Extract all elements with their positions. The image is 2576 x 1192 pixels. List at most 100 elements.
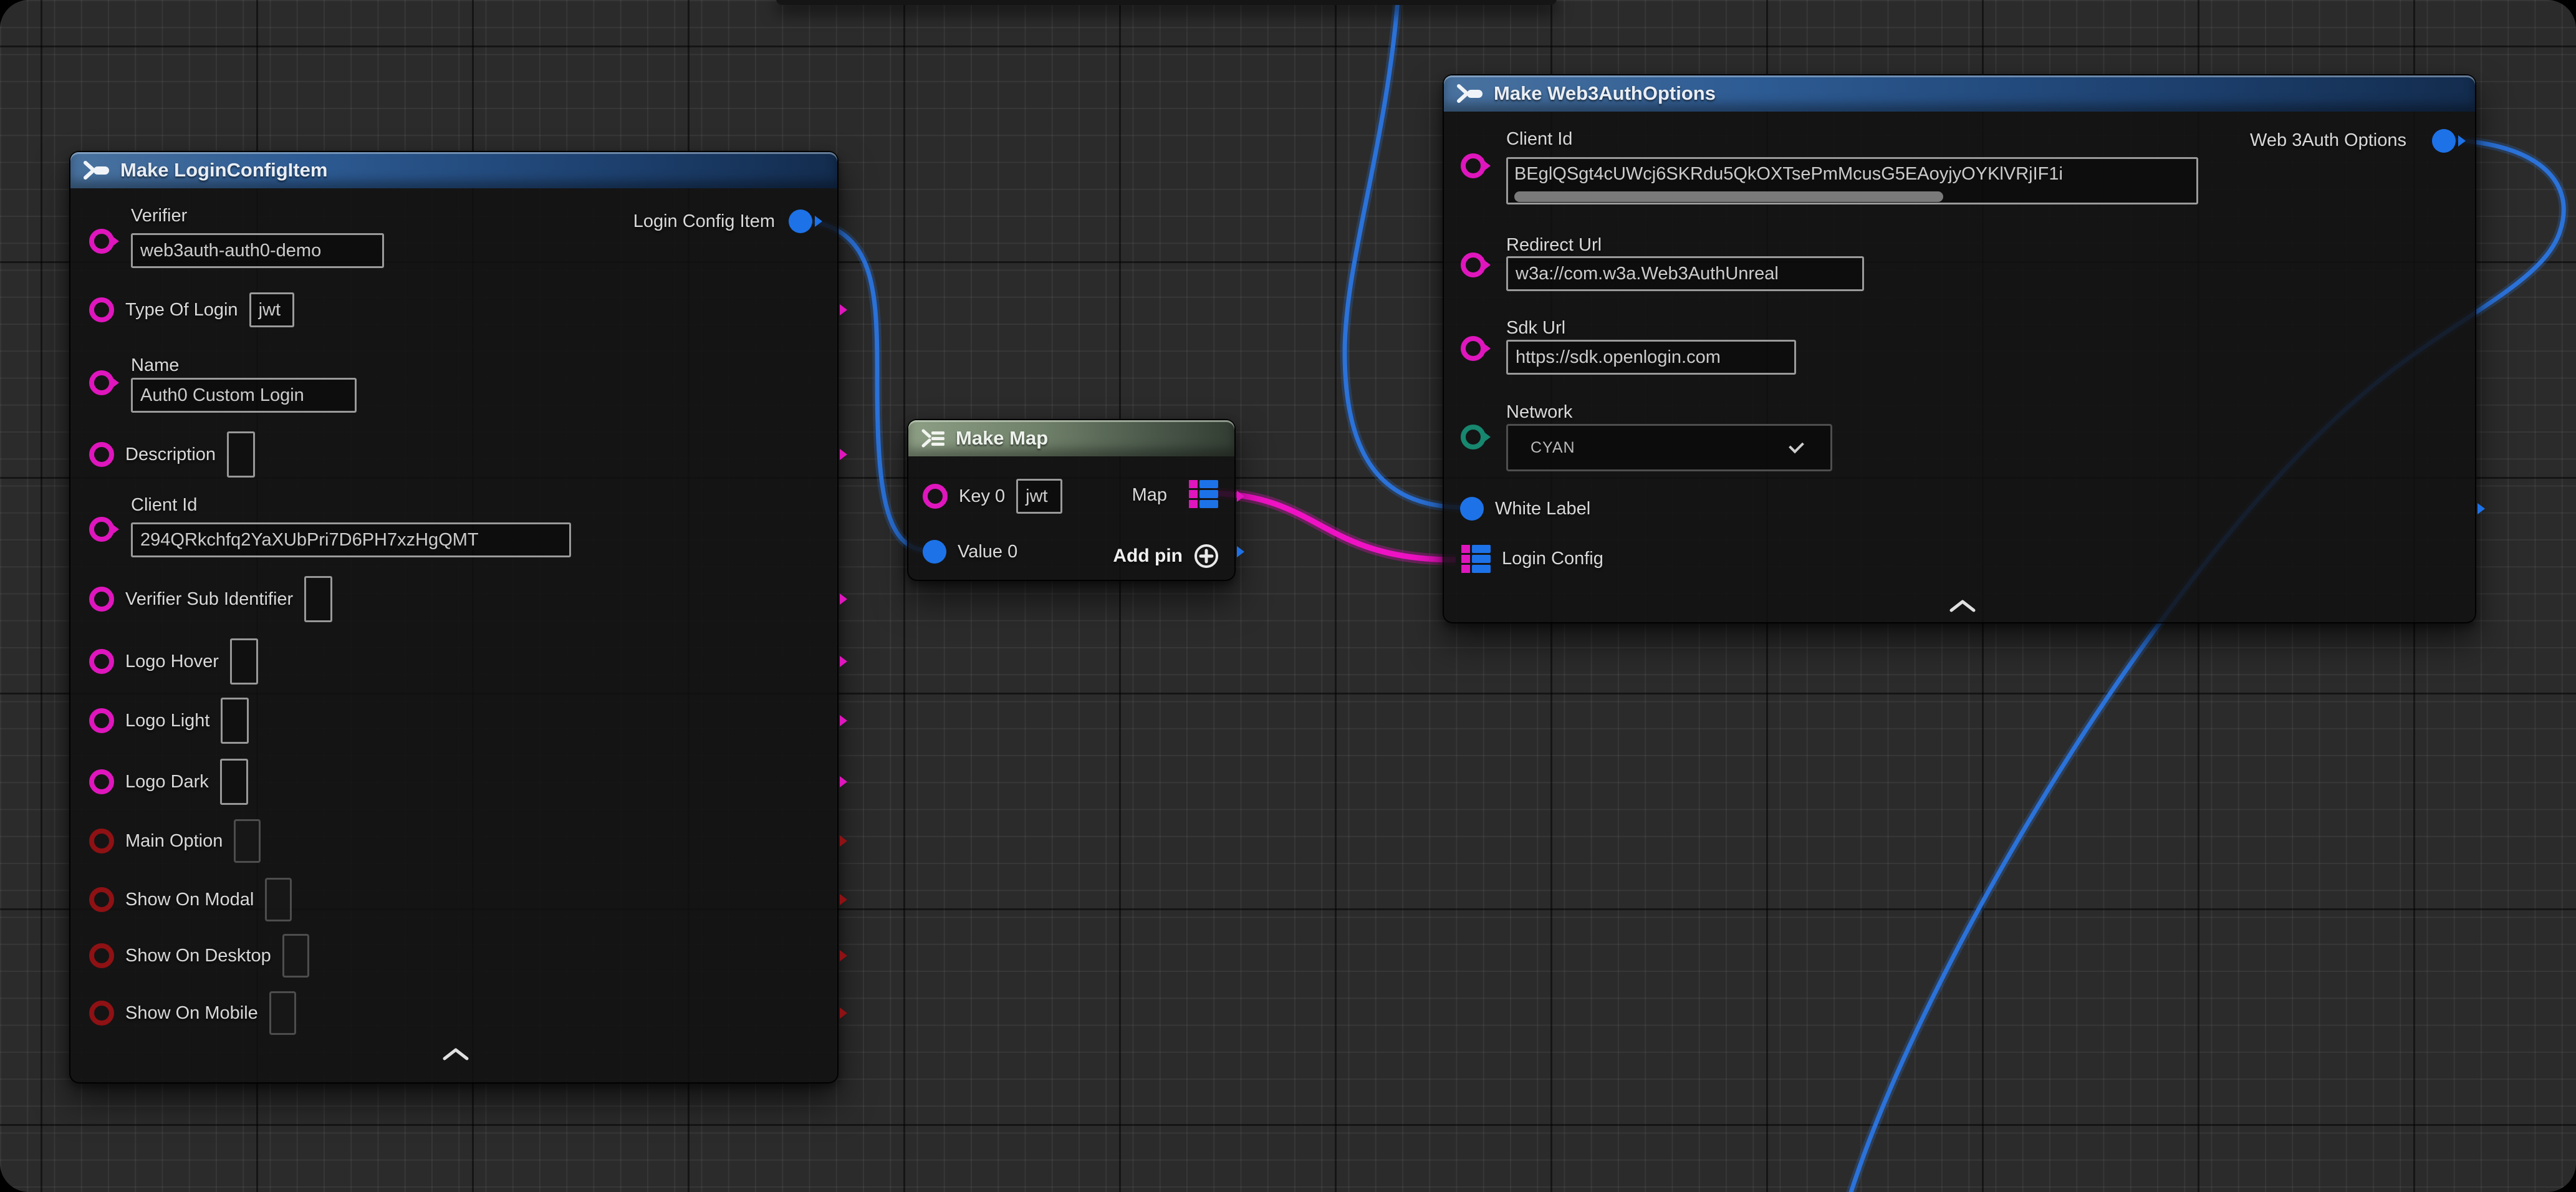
verifier-sub-identifier-pin[interactable] bbox=[89, 587, 114, 612]
name-pin[interactable] bbox=[89, 370, 114, 395]
node-make-web3authoptions: Make Web3AuthOptions Web 3Auth Options C… bbox=[1443, 74, 2476, 623]
value-0-pin[interactable] bbox=[923, 540, 946, 564]
type-of-login-pin[interactable] bbox=[89, 297, 114, 322]
pin-label: White Label bbox=[1495, 499, 1590, 519]
pin-label: Logo Hover bbox=[125, 651, 219, 672]
pin-row-login-config: Login Config bbox=[1444, 534, 2475, 584]
pin-row-description: Description bbox=[70, 430, 837, 479]
pin-label: Redirect Url bbox=[1506, 235, 1602, 256]
network-pin[interactable] bbox=[1461, 425, 1486, 449]
collapse-node-chevron-icon[interactable] bbox=[442, 1047, 469, 1061]
login-config-item-output-pin[interactable] bbox=[789, 209, 812, 233]
field-scrollbar[interactable] bbox=[1514, 191, 1943, 202]
pin-label: Login Config bbox=[1502, 549, 1603, 569]
node-title: Make LoginConfigItem bbox=[120, 159, 327, 181]
logo-light-input[interactable] bbox=[221, 698, 249, 744]
web3auth-options-output-pin[interactable] bbox=[2432, 129, 2456, 153]
show-on-modal-checkbox[interactable] bbox=[265, 878, 292, 921]
collapse-node-chevron-icon[interactable] bbox=[1949, 599, 1976, 613]
client-id-value: BEglQSgt4cUWcj6SKRdu5QkOXTsePmMcusG5EAoy… bbox=[1514, 164, 2063, 184]
pin-row-white-label: White Label bbox=[1444, 484, 2475, 534]
pin-label: Key 0 bbox=[959, 486, 1005, 507]
node-make-loginconfigitem: Make LoginConfigItem Login Config Item V… bbox=[69, 151, 839, 1084]
show-on-mobile-pin[interactable] bbox=[89, 1001, 114, 1026]
client-id-input[interactable]: 294QRkchfq2YaXUbPri7D6PH7xzHgQMT bbox=[131, 522, 571, 557]
pin-row-type-of-login: Type Of Login jwt bbox=[70, 285, 837, 335]
make-struct-icon bbox=[83, 160, 110, 181]
logo-dark-pin[interactable] bbox=[89, 769, 114, 794]
redirect-url-pin[interactable] bbox=[1461, 252, 1486, 277]
output-pin-label: Login Config Item bbox=[633, 211, 775, 232]
make-container-icon bbox=[921, 428, 946, 449]
client-id-pin[interactable] bbox=[89, 517, 114, 542]
verifier-pin[interactable] bbox=[89, 229, 114, 254]
login-config-pin[interactable] bbox=[1461, 545, 1491, 573]
pin-row-show-on-desktop: Show On Desktop bbox=[70, 931, 837, 981]
pin-row-show-on-mobile: Show On Mobile bbox=[70, 988, 837, 1038]
pin-row-logo-dark: Logo Dark bbox=[70, 757, 837, 807]
show-on-mobile-checkbox[interactable] bbox=[269, 991, 296, 1035]
logo-hover-pin[interactable] bbox=[89, 649, 114, 674]
make-struct-icon bbox=[1456, 83, 1484, 104]
node-title: Make Map bbox=[956, 427, 1048, 449]
pin-label: Sdk Url bbox=[1506, 318, 1565, 339]
key-0-input[interactable]: jwt bbox=[1016, 479, 1062, 514]
pin-label: Logo Light bbox=[125, 711, 209, 731]
node-make-map: Make Map Key 0 jwt Map Value 0 Add pin bbox=[907, 419, 1236, 581]
node-titlebar[interactable]: Make Map bbox=[908, 420, 1234, 456]
pin-label: Logo Dark bbox=[125, 772, 209, 792]
network-dropdown[interactable]: CYAN bbox=[1506, 424, 1832, 471]
pin-label: Main Option bbox=[125, 831, 223, 852]
verifier-input[interactable]: web3auth-auth0-demo bbox=[131, 233, 384, 268]
add-pin-plus-icon bbox=[1193, 542, 1220, 570]
verifier-sub-identifier-input[interactable] bbox=[304, 576, 332, 622]
logo-dark-input[interactable] bbox=[220, 759, 248, 805]
pin-label: Value 0 bbox=[958, 542, 1017, 562]
main-option-checkbox[interactable] bbox=[234, 819, 261, 863]
pin-label: Show On Desktop bbox=[125, 946, 271, 966]
client-id-input[interactable]: BEglQSgt4cUWcj6SKRdu5QkOXTsePmMcusG5EAoy… bbox=[1506, 157, 2198, 204]
pin-label: Show On Modal bbox=[125, 890, 254, 910]
client-id-pin[interactable] bbox=[1461, 153, 1486, 178]
pin-label: Verifier Sub Identifier bbox=[125, 589, 293, 610]
logo-hover-input[interactable] bbox=[230, 638, 258, 685]
pin-label: Client Id bbox=[1506, 129, 1572, 150]
chevron-down-icon bbox=[1789, 438, 1804, 454]
blueprint-graph-canvas[interactable]: Make LoginConfigItem Login Config Item V… bbox=[0, 0, 2576, 1192]
main-option-pin[interactable] bbox=[89, 829, 114, 853]
pin-label: Name bbox=[131, 355, 179, 376]
output-pin-label: Web 3Auth Options bbox=[2250, 130, 2406, 151]
pin-label: Description bbox=[125, 445, 216, 465]
add-pin-label: Add pin bbox=[1113, 546, 1183, 567]
pin-row-main-option: Main Option bbox=[70, 816, 837, 866]
name-input[interactable]: Auth0 Custom Login bbox=[131, 378, 357, 413]
type-of-login-input[interactable]: jwt bbox=[249, 292, 294, 327]
add-pin-button[interactable]: Add pin bbox=[1113, 542, 1220, 570]
node-title: Make Web3AuthOptions bbox=[1494, 82, 1716, 105]
pin-label: Type Of Login bbox=[125, 300, 238, 320]
node-titlebar[interactable]: Make Web3AuthOptions bbox=[1444, 75, 2475, 112]
map-output-pin[interactable] bbox=[1189, 480, 1218, 508]
show-on-desktop-pin[interactable] bbox=[89, 943, 114, 968]
redirect-url-input[interactable]: w3a://com.w3a.Web3AuthUnreal bbox=[1506, 256, 1864, 291]
white-label-pin[interactable] bbox=[1460, 497, 1484, 521]
sdk-url-pin[interactable] bbox=[1461, 336, 1486, 361]
pin-label: Show On Mobile bbox=[125, 1003, 258, 1024]
key-0-pin[interactable] bbox=[923, 484, 948, 509]
node-titlebar[interactable]: Make LoginConfigItem bbox=[70, 152, 837, 188]
pin-label: Verifier bbox=[131, 206, 187, 226]
pin-row-verifier-sub-identifier: Verifier Sub Identifier bbox=[70, 574, 837, 624]
logo-light-pin[interactable] bbox=[89, 708, 114, 733]
pin-row-key-0: Key 0 jwt bbox=[908, 471, 1234, 521]
map-output-label: Map bbox=[1132, 485, 1167, 506]
pin-row-logo-light: Logo Light bbox=[70, 696, 837, 746]
pin-label: Network bbox=[1506, 402, 1572, 423]
pin-row-logo-hover: Logo Hover bbox=[70, 637, 837, 686]
description-pin[interactable] bbox=[89, 442, 114, 467]
description-input[interactable] bbox=[227, 431, 255, 478]
offscreen-node-bottom-edge bbox=[776, 0, 1557, 5]
pin-label: Client Id bbox=[131, 495, 197, 516]
show-on-modal-pin[interactable] bbox=[89, 887, 114, 912]
sdk-url-input[interactable]: https://sdk.openlogin.com bbox=[1506, 340, 1796, 375]
show-on-desktop-checkbox[interactable] bbox=[282, 934, 309, 978]
